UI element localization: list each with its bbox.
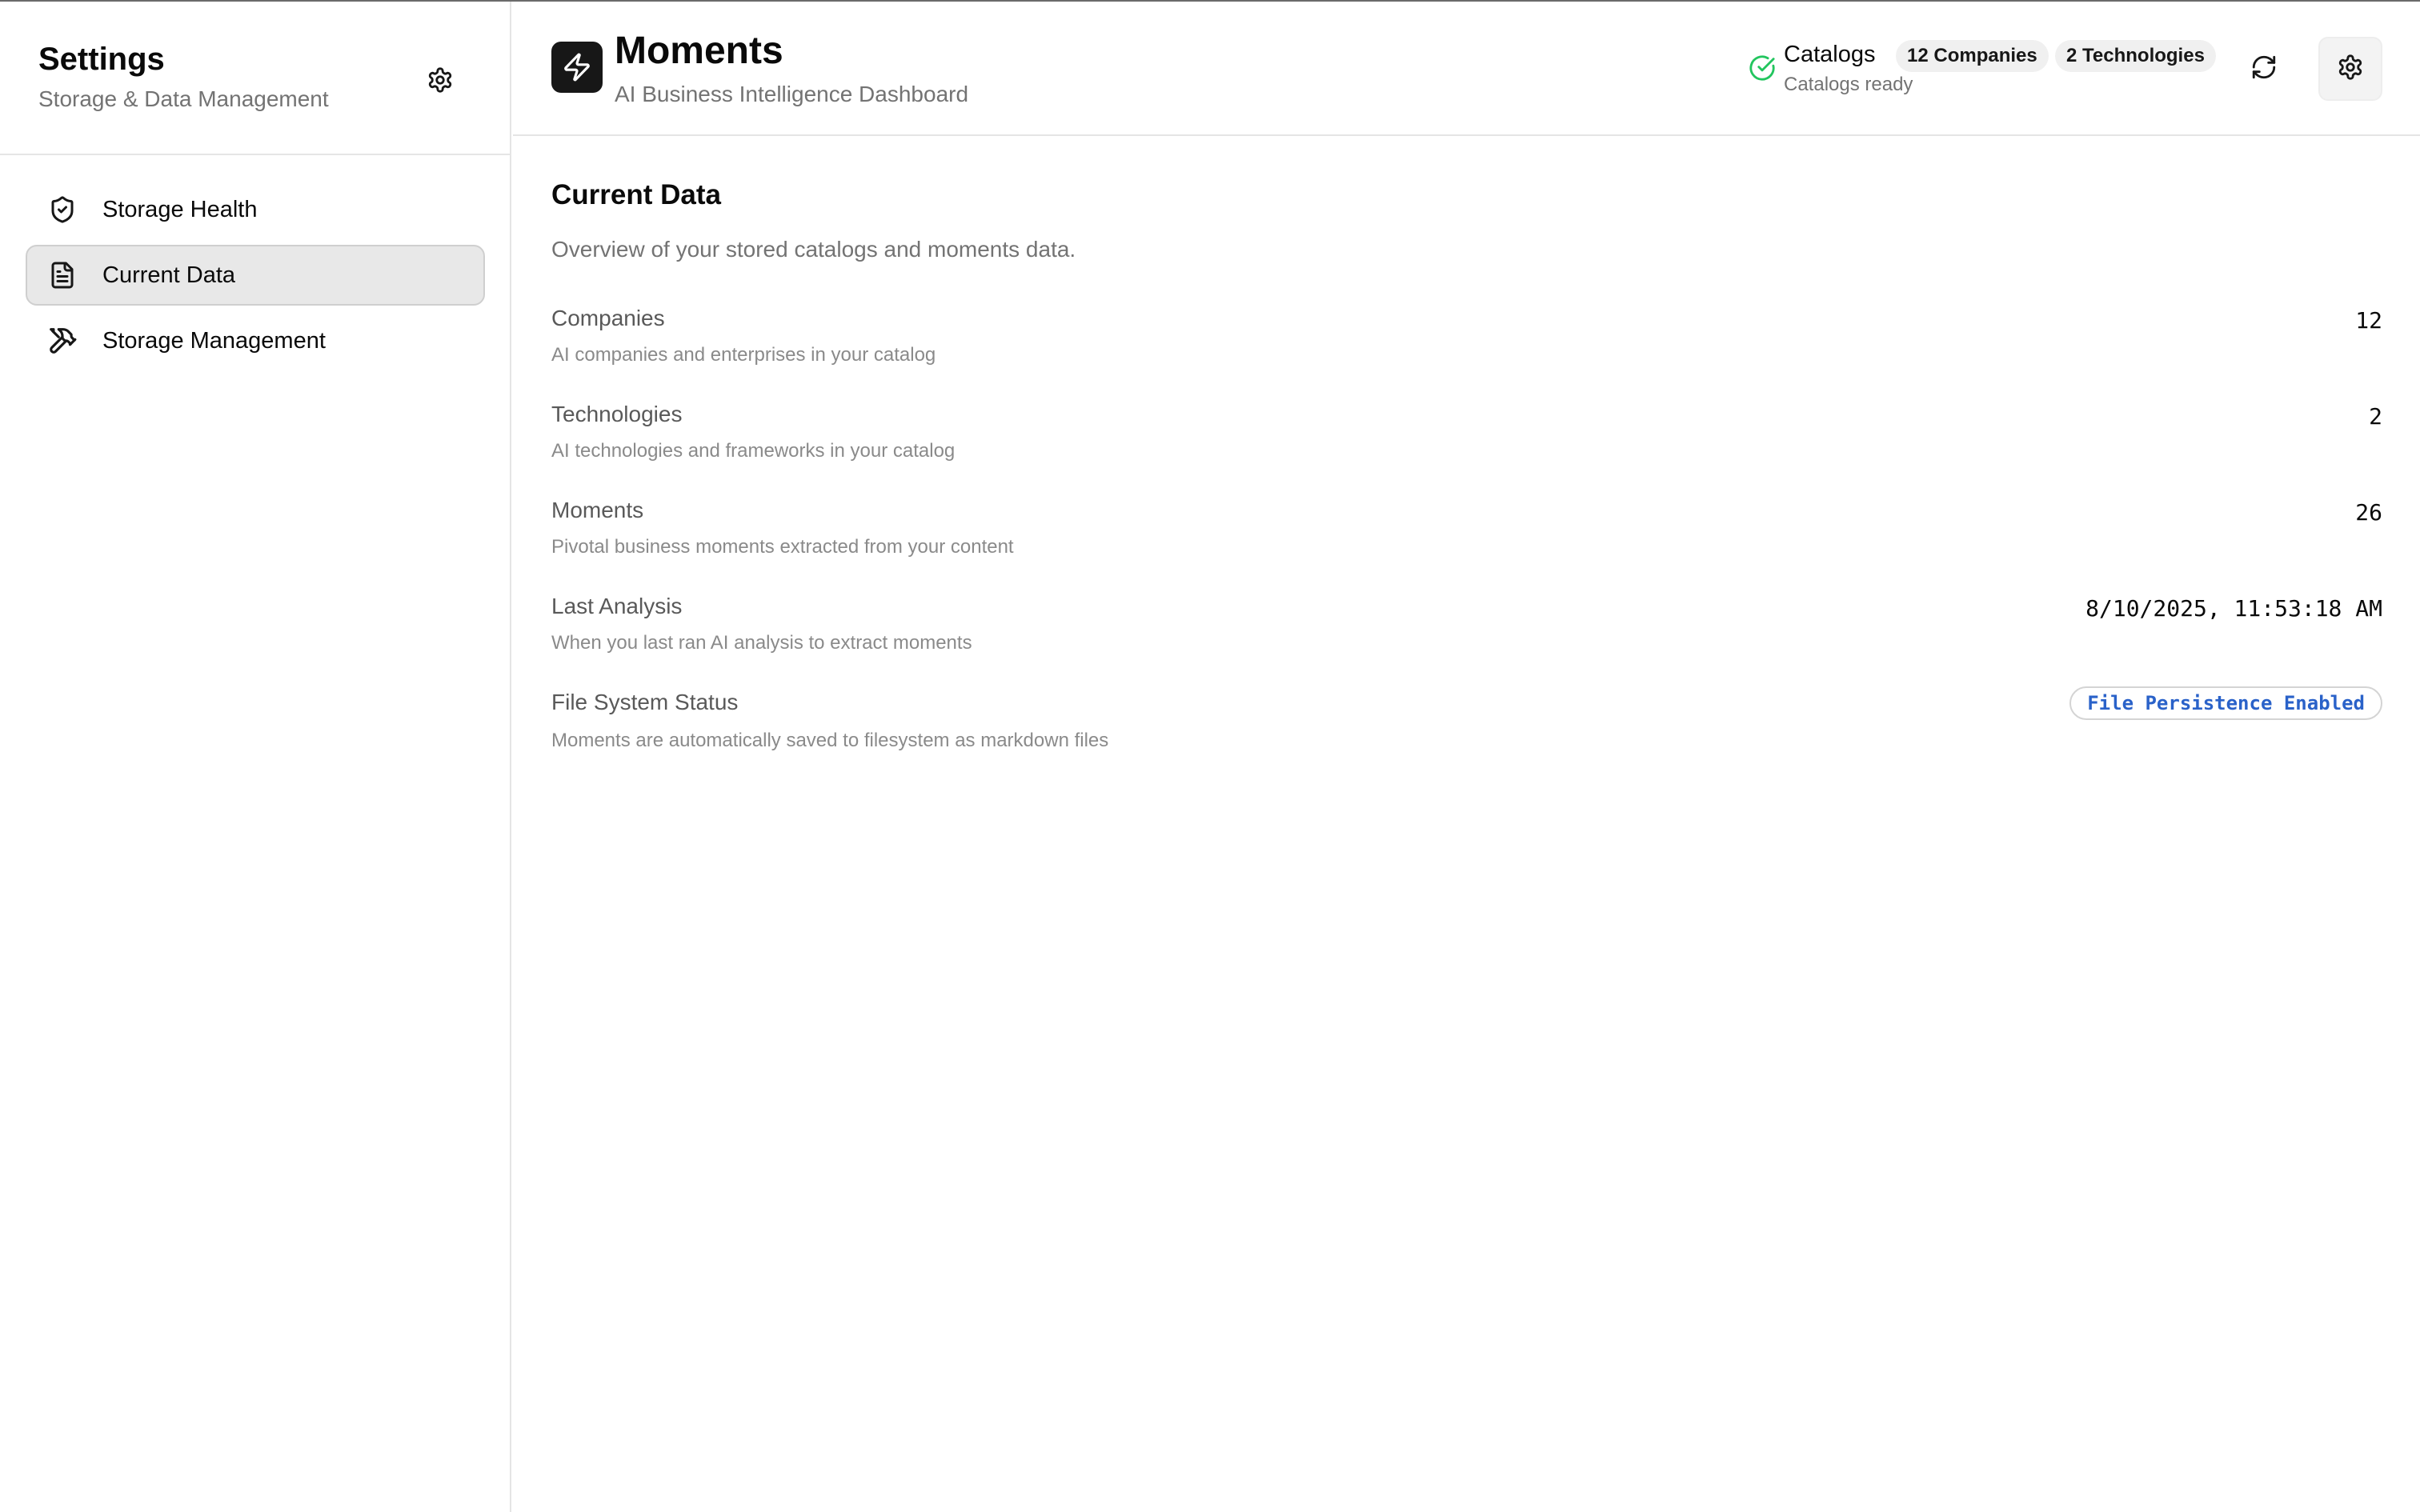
main-panel: Moments AI Business Intelligence Dashboa… [513, 2, 2420, 1512]
refresh-button[interactable] [2232, 37, 2296, 101]
sidebar-item-storage-management[interactable]: Storage Management [26, 310, 485, 371]
shield-check-icon [46, 194, 78, 226]
top-header: Moments AI Business Intelligence Dashboa… [513, 2, 2420, 136]
settings-sidebar: Settings Storage & Data Management Stora… [0, 2, 511, 1512]
app-subtitle: AI Business Intelligence Dashboard [615, 82, 969, 106]
sidebar-nav: Storage Health Current Data Storage Mana… [26, 179, 485, 376]
sidebar-item-label: Storage Health [102, 196, 258, 222]
data-row-technologies: Technologies AI technologies and framewo… [551, 402, 2382, 498]
row-description: AI technologies and frameworks in your c… [551, 440, 956, 462]
refresh-icon [2250, 54, 2278, 85]
file-text-icon [46, 259, 78, 291]
row-value: 26 [2355, 499, 2382, 526]
check-circle-icon [1749, 54, 1777, 83]
sidebar-header: Settings Storage & Data Management [0, 2, 510, 155]
row-value: 8/10/2025, 11:53:18 AM [2085, 595, 2382, 622]
current-data-section: Current Data Overview of your stored cat… [551, 179, 2382, 751]
sidebar-item-storage-health[interactable]: Storage Health [26, 179, 485, 240]
sidebar-item-label: Storage Management [102, 327, 326, 354]
row-label: File System Status [551, 690, 739, 714]
sidebar-item-label: Current Data [102, 262, 236, 288]
sidebar-title: Settings [38, 42, 165, 77]
row-value: 2 [2369, 403, 2382, 430]
gear-icon [2337, 54, 2364, 85]
data-row-file-system-status: File System Status Moments are automatic… [551, 686, 2382, 786]
app-title: Moments [615, 30, 783, 72]
tools-icon [46, 325, 78, 357]
lightning-icon [551, 42, 603, 93]
row-description: When you last ran AI analysis to extract… [551, 632, 972, 654]
sidebar-item-current-data[interactable]: Current Data [26, 245, 485, 306]
technologies-count-badge: 2 Technologies [2055, 40, 2216, 72]
section-title: Current Data [551, 179, 721, 210]
app-window: Settings Storage & Data Management Stora… [0, 0, 2420, 1512]
row-description: AI companies and enterprises in your cat… [551, 344, 936, 366]
row-label: Companies [551, 306, 665, 330]
sidebar-subtitle: Storage & Data Management [38, 86, 329, 111]
status-badge: File Persistence Enabled [2069, 686, 2382, 720]
status-sublabel: Catalogs ready [1784, 74, 1913, 95]
row-label: Moments [551, 498, 644, 522]
companies-count-badge: 12 Companies [1896, 40, 2049, 72]
status-label: Catalogs [1784, 42, 1876, 67]
data-row-moments: Moments Pivotal business moments extract… [551, 498, 2382, 594]
row-description: Moments are automatically saved to files… [551, 730, 1109, 751]
data-row-companies: Companies AI companies and enterprises i… [551, 306, 2382, 402]
gear-icon[interactable] [421, 61, 459, 99]
data-row-last-analysis: Last Analysis When you last ran AI analy… [551, 594, 2382, 690]
row-value: 12 [2355, 307, 2382, 334]
data-rows: Companies AI companies and enterprises i… [551, 306, 2382, 786]
section-description: Overview of your stored catalogs and mom… [551, 237, 1076, 262]
row-label: Last Analysis [551, 594, 683, 618]
settings-button[interactable] [2318, 37, 2382, 101]
row-description: Pivotal business moments extracted from … [551, 536, 1014, 558]
row-label: Technologies [551, 402, 683, 426]
